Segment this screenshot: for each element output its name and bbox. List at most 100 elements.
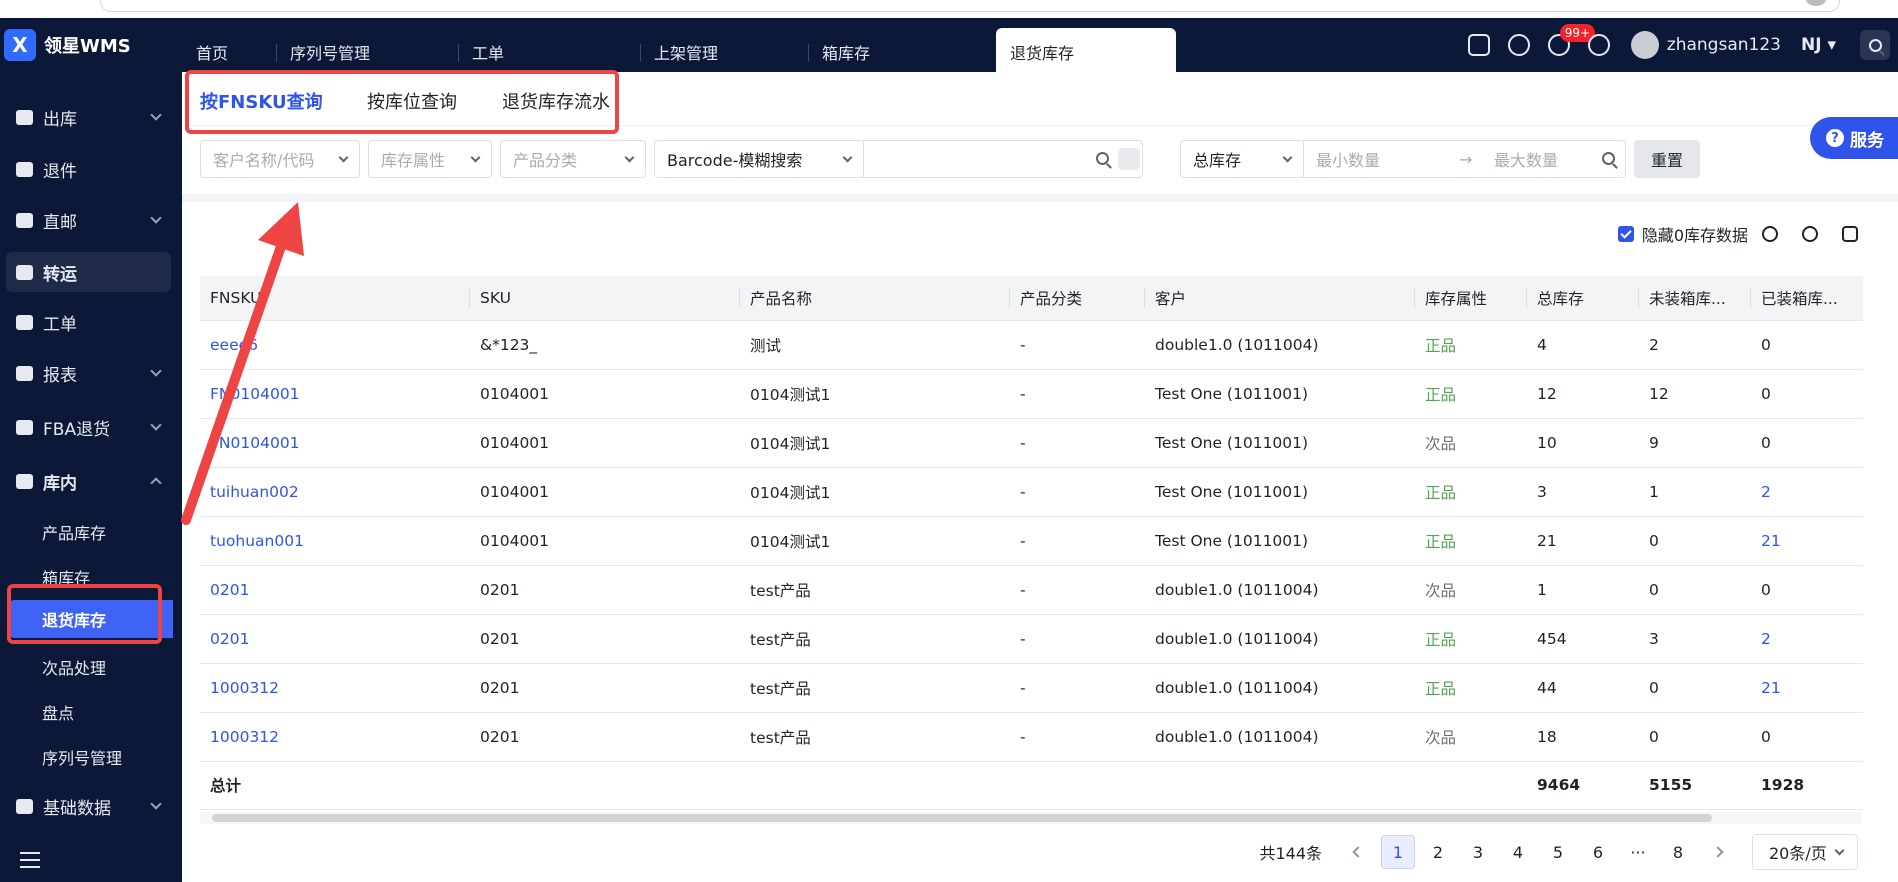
reset-button[interactable]: 重置 — [1634, 140, 1700, 178]
page-button[interactable]: 8 — [1661, 835, 1695, 869]
tab-serial-management[interactable]: 序列号管理 — [276, 28, 458, 72]
page-button[interactable]: 1 — [1381, 835, 1415, 869]
max-quantity-placeholder[interactable]: 最大数量 — [1494, 147, 1558, 171]
fnsku-link[interactable]: 0201 — [200, 614, 470, 664]
inbox-icon[interactable] — [1467, 34, 1490, 56]
search-input[interactable] — [863, 140, 1143, 178]
sidebar-item-label: 库内 — [43, 473, 77, 494]
hide-zero-checkbox[interactable] — [1617, 226, 1634, 242]
table-body: eeee6 &*123_ 测试 - double1.0 (1011004) 正品… — [200, 320, 1863, 810]
column-header-product-category[interactable]: 产品分类 — [1010, 276, 1145, 321]
customer-cell: Test One (1011001) — [1145, 369, 1415, 419]
fnsku-link[interactable]: tuihuan002 — [200, 467, 470, 517]
column-header-total-stock[interactable]: 总库存 — [1527, 276, 1639, 321]
column-header-fnsku[interactable]: FNSKU — [200, 276, 470, 321]
settings-icon[interactable] — [1587, 34, 1610, 56]
next-page-button[interactable] — [1701, 835, 1735, 869]
table-header-row: FNSKU SKU 产品名称 产品分类 客户 库存属性 总库存 未装箱库... … — [200, 276, 1863, 321]
sidebar-item-transfer[interactable]: 转运 — [6, 252, 171, 292]
download-icon[interactable] — [1507, 34, 1530, 56]
sidebar-item-outbound[interactable]: 出库 — [0, 97, 182, 137]
inventory-table-card: 隐藏0库存数据 FNSKU SKU 产品名称 产品分类 客户 库存属性 总库存 — [182, 202, 1898, 882]
refresh-icon[interactable] — [1762, 226, 1778, 242]
boxed-stock-link[interactable]: 21 — [1751, 663, 1863, 713]
product-name-cell: 0104测试1 — [740, 516, 1010, 566]
column-header-boxed-stock[interactable]: 已装箱库... — [1751, 276, 1863, 321]
collapse-menu-icon[interactable] — [20, 852, 40, 868]
min-quantity-placeholder[interactable]: 最小数量 — [1316, 147, 1380, 171]
column-header-product-name[interactable]: 产品名称 — [740, 276, 1010, 321]
sidebar-subitem-defect-handling[interactable]: 次品处理 — [42, 655, 106, 679]
customer-cell: double1.0 (1011004) — [1145, 565, 1415, 615]
sidebar-subitem-serial-management[interactable]: 序列号管理 — [42, 745, 122, 769]
sidebar-subitem-product-inventory[interactable]: 产品库存 — [42, 520, 106, 544]
sidebar-item-returns[interactable]: 退件 — [0, 149, 182, 189]
chevron-down-icon — [338, 152, 349, 163]
fnsku-link[interactable]: 1000312 — [200, 663, 470, 713]
column-settings-icon[interactable] — [1842, 226, 1858, 242]
hide-zero-label: 隐藏0库存数据 — [1641, 226, 1748, 245]
tab-box-inventory[interactable]: 箱库存 — [808, 28, 996, 72]
app-logo[interactable]: X 领星WMS — [0, 18, 182, 72]
sidebar-item-work-order[interactable]: 工单 — [0, 302, 182, 342]
page-button[interactable]: 6 — [1581, 835, 1615, 869]
help-icon[interactable] — [1802, 226, 1818, 242]
service-button[interactable]: ? 服务 — [1810, 117, 1898, 159]
quantity-range-input[interactable]: 最小数量 → 最大数量 — [1303, 140, 1626, 178]
tab-putaway[interactable]: 上架管理 — [640, 28, 808, 72]
avatar[interactable] — [1630, 31, 1659, 59]
search-mode-select[interactable]: Barcode-模糊搜索 — [654, 140, 864, 178]
page-size-select[interactable]: 20条/页 — [1752, 834, 1858, 870]
sidebar-subitem-stocktake[interactable]: 盘点 — [42, 700, 74, 724]
stock-type-select[interactable]: 总库存 — [1180, 140, 1304, 178]
fnsku-link[interactable]: 1000312 — [200, 712, 470, 762]
column-header-inventory-attribute[interactable]: 库存属性 — [1415, 276, 1527, 321]
boxed-stock-link[interactable]: 21 — [1751, 516, 1863, 566]
page-button[interactable]: 3 — [1461, 835, 1495, 869]
table-row: 0201 0201 test产品 - double1.0 (1011004) 正… — [200, 614, 1863, 664]
sidebar-item-basic-data[interactable]: 基础数据 — [0, 786, 182, 826]
page-button[interactable]: 2 — [1421, 835, 1455, 869]
inventory-attribute-cell: 正品 — [1415, 516, 1527, 566]
search-icon[interactable] — [1602, 152, 1615, 165]
global-search-button[interactable] — [1860, 30, 1890, 60]
fnsku-link[interactable]: FN0104001 — [200, 369, 470, 419]
inventory-attribute-cell: 次品 — [1415, 712, 1527, 762]
search-icon — [1868, 38, 1882, 52]
sidebar-item-in-warehouse[interactable]: 库内 — [0, 461, 182, 501]
sidebar-item-fba-returns[interactable]: FBA退货 — [0, 407, 182, 447]
tab-home[interactable]: 首页 — [182, 28, 276, 72]
warehouse-selector[interactable]: NJ ▾ — [1801, 35, 1836, 55]
fnsku-link[interactable]: eeee6 — [200, 320, 470, 370]
tab-work-order[interactable]: 工单 — [458, 28, 640, 72]
username[interactable]: zhangsan123 — [1667, 35, 1781, 55]
horizontal-scrollbar[interactable] — [212, 814, 1712, 822]
sku-cell: 0104001 — [470, 418, 740, 468]
inventory-attribute-cell: 次品 — [1415, 418, 1527, 468]
page-button[interactable]: 5 — [1541, 835, 1575, 869]
tab-return-inventory[interactable]: 退货库存 — [996, 28, 1176, 72]
advanced-search-icon[interactable] — [1118, 148, 1140, 170]
column-header-sku[interactable]: SKU — [470, 276, 740, 321]
browser-address-bar[interactable] — [100, 0, 1840, 12]
boxed-stock-link[interactable]: 2 — [1751, 614, 1863, 664]
inventory-attribute-select[interactable]: 库存属性 — [368, 140, 492, 178]
sidebar-item-reports[interactable]: 报表 — [0, 353, 182, 393]
product-category-select[interactable]: 产品分类 — [500, 140, 646, 178]
boxed-stock-link[interactable]: 2 — [1751, 467, 1863, 517]
sidebar-item-label: 报表 — [43, 365, 77, 386]
sidebar-item-direct-mail[interactable]: 直邮 — [0, 200, 182, 240]
prev-page-button[interactable] — [1341, 835, 1375, 869]
fnsku-link[interactable]: FN0104001 — [200, 418, 470, 468]
page-button[interactable]: 4 — [1501, 835, 1535, 869]
fnsku-link[interactable]: tuohuan001 — [200, 516, 470, 566]
fnsku-link[interactable]: 0201 — [200, 565, 470, 615]
inventory-attribute-cell: 正品 — [1415, 663, 1527, 713]
unboxed-stock-sum: 5155 — [1639, 761, 1751, 810]
customer-select[interactable]: 客户名称/代码 — [200, 140, 360, 178]
column-header-unboxed-stock[interactable]: 未装箱库... — [1639, 276, 1751, 321]
product-category-cell: - — [1010, 614, 1145, 664]
bell-icon[interactable]: 99+ — [1547, 24, 1596, 56]
column-header-customer[interactable]: 客户 — [1145, 276, 1415, 321]
page-ellipsis[interactable]: ··· — [1621, 835, 1655, 869]
